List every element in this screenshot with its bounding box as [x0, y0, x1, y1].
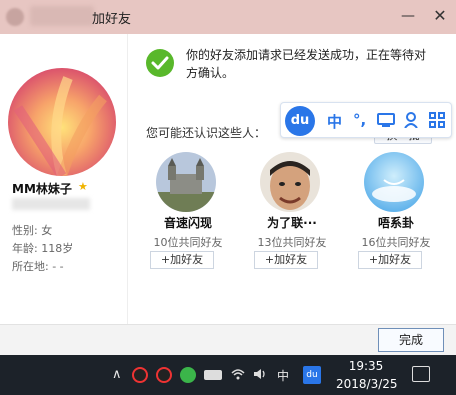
profile-name: MM林妹子 [12, 182, 72, 196]
ime-mode[interactable]: 中 [327, 111, 342, 132]
title-bar: 加好友 — ✕ [0, 0, 456, 34]
wifi-icon[interactable] [231, 367, 245, 384]
add-friend-button[interactable]: +加好友 [254, 251, 318, 269]
keyboard-icon[interactable] [377, 112, 395, 132]
user-icon[interactable] [403, 112, 419, 132]
add-friend-button[interactable]: +加好友 [358, 251, 422, 269]
app-icon [6, 8, 24, 26]
castle-avatar [156, 152, 216, 212]
mutual-friends: 16位共同好友 [361, 236, 431, 249]
suggestion-name: 唔系卦 [377, 216, 414, 230]
chevron-up-icon[interactable]: ∧ [112, 367, 122, 382]
clock-time: 19:35 [348, 359, 384, 373]
mutual-friends: 10位共同好友 [153, 236, 223, 249]
suggestion-card: 音速闪现 10位共同好友 +加好友 [142, 152, 234, 272]
profile-id-blurred [12, 198, 90, 210]
check-icon [146, 49, 174, 77]
crown-icon: ★ [78, 180, 88, 193]
close-button[interactable]: ✕ [429, 6, 451, 26]
profile-avatar [8, 68, 116, 176]
suggestions-heading: 您可能还认识这些人： [146, 126, 267, 140]
profile-age: 年龄: 118岁 [12, 242, 74, 255]
flower-avatar-image [8, 68, 116, 176]
add-friend-button[interactable]: +加好友 [150, 251, 214, 269]
suggestion-name: 音速闪现 [163, 216, 212, 230]
ime-toolbar: du 中 °, [280, 102, 452, 138]
mutual-friends: 13位共同好友 [257, 236, 327, 249]
title-blurred-region [30, 6, 94, 26]
minimize-button[interactable]: — [397, 6, 419, 26]
volume-icon[interactable] [253, 367, 267, 384]
suggestion-name: 为了联··· [267, 216, 317, 230]
ime-du-taskbar[interactable]: du [303, 366, 321, 384]
face-avatar [260, 152, 320, 212]
profile-gender: 性别: 女 [12, 224, 53, 237]
sky-avatar [364, 152, 424, 212]
grid-icon[interactable] [429, 112, 445, 132]
profile-panel: MM林妹子 ★ 性别: 女 年龄: 118岁 所在地: - - [0, 34, 128, 324]
status-message: 你的好友添加请求已经发送成功，正在等待对方确认。 [186, 48, 427, 80]
window-title: 加好友 [92, 12, 132, 27]
suggestion-card: 唔系卦 16位共同好友 +加好友 [350, 152, 442, 272]
notification-icon[interactable] [412, 366, 430, 382]
clock-date: 2018/3/25 [336, 377, 398, 391]
taskbar: ∧ 中 du 19:35 2018/3/25 [0, 355, 456, 395]
ime-punct[interactable]: °, [353, 111, 366, 129]
ime-logo[interactable]: du [285, 106, 315, 136]
battery-icon[interactable] [204, 370, 222, 380]
dialog-footer: 完成 [0, 324, 456, 355]
suggestion-card: 为了联··· 13位共同好友 +加好友 [246, 152, 338, 272]
qq-icon[interactable] [132, 367, 148, 383]
clock[interactable]: 19:35 2018/3/25 [336, 357, 398, 393]
green-app-icon[interactable] [180, 367, 196, 383]
done-button[interactable]: 完成 [378, 328, 444, 352]
ime-indicator[interactable]: 中 [277, 367, 289, 384]
profile-location: 所在地: - - [12, 260, 64, 273]
qq-icon[interactable] [156, 367, 172, 383]
